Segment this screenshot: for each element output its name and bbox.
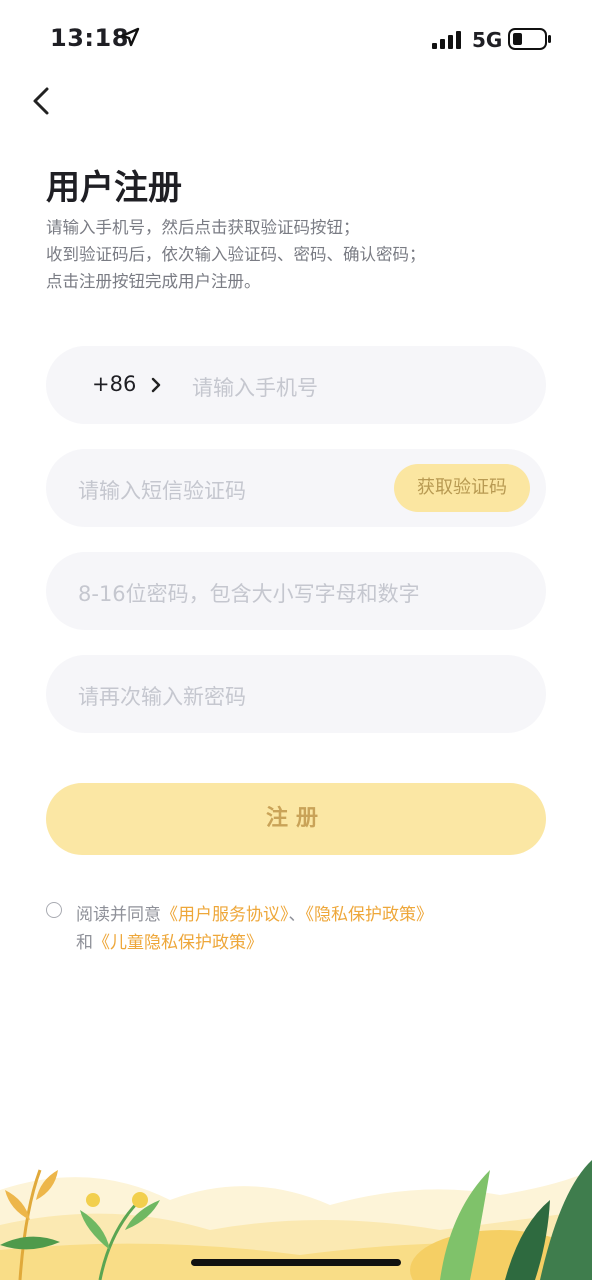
- page-title: 用户注册: [46, 168, 182, 208]
- password-field[interactable]: 8-16位密码，包含大小写字母和数字: [46, 552, 546, 630]
- instruction-line: 请输入手机号，然后点击获取验证码按钮；: [46, 218, 360, 237]
- instruction-line: 收到验证码后，依次输入验证码、密码、确认密码；: [46, 245, 426, 264]
- register-button[interactable]: 注册: [46, 783, 546, 855]
- get-code-button[interactable]: 获取验证码: [394, 464, 530, 512]
- agree-checkbox[interactable]: [46, 902, 62, 918]
- chevron-right-icon: [150, 376, 162, 398]
- confirm-password-field[interactable]: 请再次输入新密码: [46, 655, 546, 733]
- home-indicator: [191, 1259, 401, 1266]
- country-code-selector[interactable]: +86: [92, 372, 136, 396]
- chevron-left-icon: [33, 87, 49, 115]
- confirm-password-input[interactable]: 请再次输入新密码: [78, 681, 246, 711]
- phone-field[interactable]: +86 请输入手机号: [46, 346, 546, 424]
- status-time: 13:18: [50, 24, 129, 52]
- instruction-line: 点击注册按钮完成用户注册。: [46, 272, 261, 291]
- children-privacy-link[interactable]: 《儿童隐私保护政策》: [93, 933, 263, 953]
- battery-icon: [508, 28, 552, 54]
- cellular-signal-icon: [432, 31, 462, 53]
- location-arrow-icon: [120, 27, 140, 51]
- agree-separator: 、: [288, 905, 306, 925]
- privacy-link[interactable]: 《隐私保护政策》: [306, 905, 434, 925]
- network-type: 5G: [472, 28, 503, 52]
- phone-input[interactable]: 请输入手机号: [192, 372, 318, 402]
- password-input[interactable]: 8-16位密码，包含大小写字母和数字: [78, 578, 420, 608]
- agree-and: 和: [76, 933, 93, 953]
- back-button[interactable]: [26, 84, 60, 118]
- status-bar: 13:18 5G: [0, 0, 592, 80]
- instructions: 请输入手机号，然后点击获取验证码按钮； 收到验证码后，依次输入验证码、密码、确认…: [46, 214, 426, 295]
- terms-link[interactable]: 《用户服务协议》: [161, 905, 289, 925]
- agree-prefix: 阅读并同意: [76, 905, 161, 925]
- decorative-plants-illustration: [0, 1160, 592, 1280]
- sms-code-field[interactable]: 请输入短信验证码 获取验证码: [46, 449, 546, 527]
- sms-code-input[interactable]: 请输入短信验证码: [78, 475, 246, 505]
